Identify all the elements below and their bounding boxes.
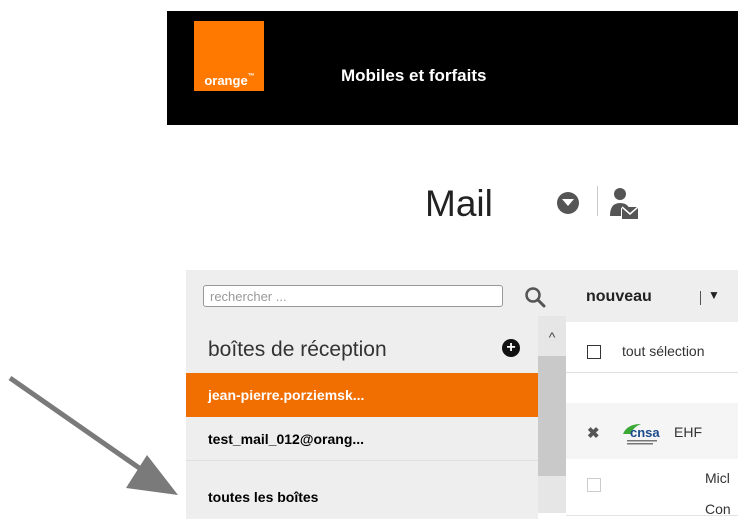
logo-text: orange	[204, 73, 248, 88]
mailbox-item[interactable]: test_mail_012@orang...	[186, 417, 538, 461]
page-title: Mail	[425, 183, 493, 224]
title-divider	[597, 186, 598, 216]
search-input[interactable]	[203, 285, 503, 307]
logo-tm: ™	[247, 73, 255, 80]
chevron-up-icon[interactable]: ^	[538, 326, 566, 348]
message-sender[interactable]: Micl	[705, 470, 730, 486]
svg-text:cnsa: cnsa	[630, 425, 660, 440]
message-checkbox[interactable]	[587, 478, 601, 492]
toolbar-divider	[700, 291, 701, 305]
new-mail-button[interactable]: nouveau	[586, 288, 652, 306]
select-all-checkbox[interactable]	[587, 345, 601, 359]
search-icon[interactable]	[523, 285, 547, 309]
caret-down-icon[interactable]: ▼	[708, 288, 720, 302]
chevron-down-icon[interactable]	[557, 192, 579, 214]
delete-icon[interactable]: ✖	[587, 424, 600, 442]
nav-mobiles-forfaits[interactable]: Mobiles et forfaits	[341, 66, 486, 86]
message-sender[interactable]: EHF	[674, 424, 702, 440]
scrollbar-thumb[interactable]	[538, 356, 566, 476]
orange-logo[interactable]: orange™	[194, 21, 264, 91]
select-all-label[interactable]: tout sélection	[622, 343, 705, 359]
contacts-mail-icon[interactable]	[609, 186, 639, 220]
add-icon[interactable]: +	[502, 339, 520, 357]
mailbox-item-active[interactable]: jean-pierre.porziemsk...	[186, 373, 538, 417]
cnsa-logo: cnsa	[623, 424, 660, 445]
inbox-header: boîtes de réception	[208, 338, 387, 361]
message-sender[interactable]: Con	[705, 501, 731, 517]
mailbox-item-all[interactable]: toutes les boîtes	[186, 475, 538, 519]
